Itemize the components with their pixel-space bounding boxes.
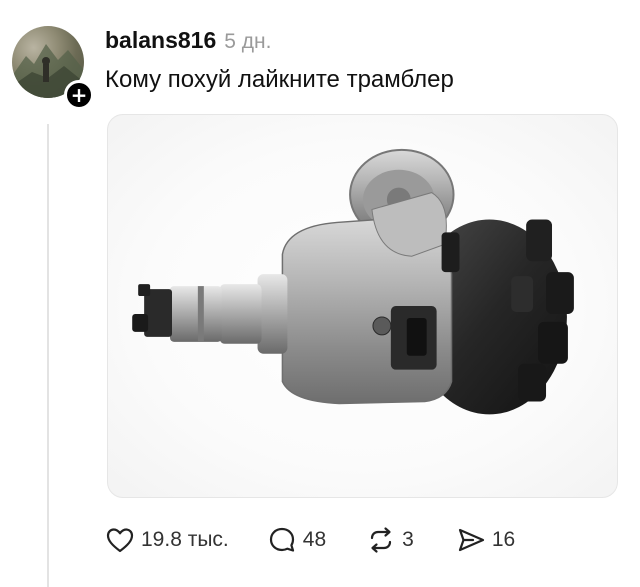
post-text: Кому похуй лайкните трамблер: [105, 66, 454, 93]
share-button[interactable]: 16: [456, 525, 515, 555]
reply-count: 48: [302, 528, 327, 551]
heart-icon: [106, 528, 134, 553]
distributor-illustration: [132, 148, 574, 415]
post-header: balans816 5 дн.: [105, 27, 271, 57]
follow-button[interactable]: +: [64, 80, 94, 110]
repost-icon: [371, 527, 392, 553]
reply-button[interactable]: 48: [267, 525, 326, 555]
thread-line: [47, 124, 49, 587]
post-image[interactable]: [107, 114, 618, 498]
username-link[interactable]: balans816: [105, 27, 216, 54]
share-icon: [458, 528, 484, 552]
author-avatar-container[interactable]: +: [12, 26, 94, 110]
repost-count: 3: [402, 528, 414, 551]
like-count: 19.8 тыс.: [141, 528, 229, 551]
post-actions: 19.8 тыс. 48 3 16: [105, 522, 515, 558]
share-count: 16: [491, 528, 516, 551]
post-timestamp[interactable]: 5 дн.: [224, 30, 271, 54]
like-button[interactable]: 19.8 тыс.: [105, 525, 229, 555]
comment-icon: [269, 527, 294, 552]
repost-button[interactable]: 3: [366, 525, 414, 555]
